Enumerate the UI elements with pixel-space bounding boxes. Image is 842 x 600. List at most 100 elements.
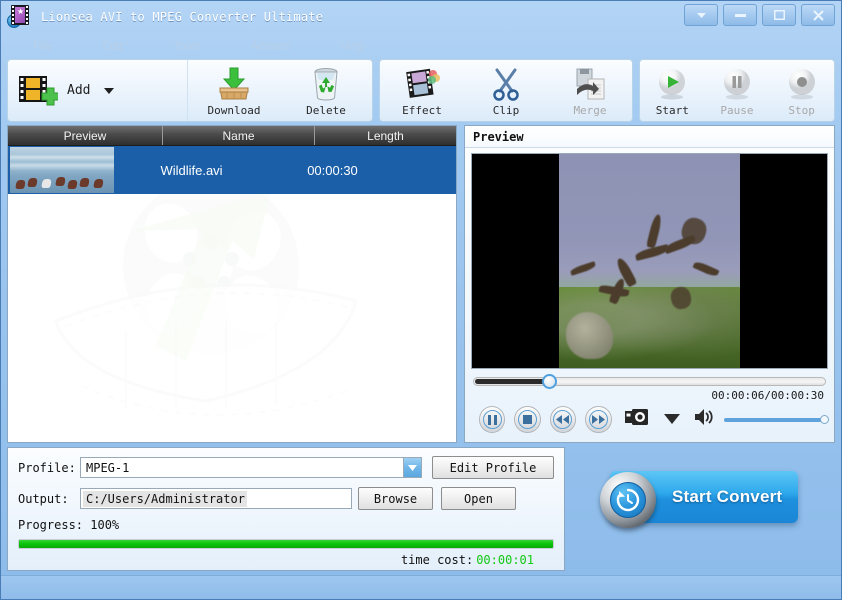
delete-label: Delete — [306, 104, 346, 117]
camera-icon — [624, 409, 648, 425]
stop-button: Stop — [769, 60, 834, 121]
file-list-body: Wildlife.avi 00:00:30 — [8, 146, 456, 442]
stop-circle-icon — [785, 65, 819, 103]
seek-bar[interactable] — [473, 374, 826, 389]
bottom-area: Profile: MPEG-1 Edit Profile Output: C:/… — [1, 443, 841, 575]
effect-label: Effect — [402, 104, 442, 117]
menu-item-actions[interactable]: Actions — [239, 37, 302, 55]
convert-zone: Start Convert — [573, 447, 835, 571]
play-circle-icon — [655, 65, 689, 103]
output-label: Output: — [18, 491, 69, 506]
output-input[interactable]: C:/Users/Administrator — [80, 488, 352, 509]
pause-button[interactable] — [479, 406, 506, 433]
chevron-down-icon[interactable] — [403, 458, 421, 477]
pause-label: Pause — [720, 104, 754, 117]
status-bar — [1, 575, 841, 599]
clip-button[interactable]: Clip — [464, 60, 548, 121]
clock-convert-icon — [600, 472, 656, 528]
stop-icon — [518, 410, 538, 429]
player-controls — [465, 402, 834, 433]
profile-label: Profile: — [18, 460, 76, 475]
settings-panel: Profile: MPEG-1 Edit Profile Output: C:/… — [7, 447, 565, 571]
open-button[interactable]: Open — [441, 487, 516, 510]
file-list-panel: Preview Name Length Wildlife.avi 00:00:3… — [7, 125, 457, 443]
app-icon: ★ — [7, 4, 33, 30]
delete-button[interactable]: Delete — [280, 60, 372, 121]
progress-label: Progress: 100% — [18, 518, 120, 532]
snapshot-button[interactable] — [624, 408, 649, 431]
download-button[interactable]: Download — [188, 60, 280, 121]
table-row[interactable]: Wildlife.avi 00:00:30 — [8, 146, 456, 194]
file-list-header: Preview Name Length — [8, 126, 456, 146]
video-frame — [558, 154, 741, 368]
profile-value: MPEG-1 — [86, 460, 130, 475]
column-header-preview[interactable]: Preview — [8, 126, 163, 145]
application-window: ★ Lionsea AVI to MPEG Converter Ultimate… — [0, 0, 842, 600]
start-button[interactable]: Start — [640, 60, 705, 121]
add-caret-icon[interactable] — [103, 82, 115, 100]
add-label: Add — [67, 83, 91, 98]
merge-label: Merge — [573, 104, 607, 117]
effect-button[interactable]: Effect — [380, 60, 464, 121]
menu-item-tools[interactable]: Tools — [161, 37, 213, 55]
seek-row — [473, 374, 826, 389]
snapshot-menu-button[interactable] — [663, 411, 680, 429]
filmstrip-icon: ★ — [11, 5, 29, 25]
profile-select[interactable]: MPEG-1 — [80, 457, 422, 478]
bird-5 — [645, 213, 663, 249]
bird-8 — [692, 260, 720, 279]
add-button[interactable]: Add — [8, 60, 188, 121]
menu-item-file[interactable]: File — [21, 37, 64, 55]
minimize-button[interactable] — [723, 4, 757, 26]
output-value: C:/Users/Administrator — [83, 490, 247, 507]
titlebar-dropdown-button[interactable] — [684, 4, 718, 26]
volume-slider[interactable] — [723, 415, 829, 424]
rewind-button[interactable] — [549, 406, 577, 433]
start-convert-button[interactable]: Start Convert — [600, 471, 798, 528]
video-rock — [566, 312, 614, 360]
volume-button[interactable] — [694, 408, 715, 431]
effect-filmstrip-icon — [404, 65, 440, 103]
main-area: Preview Name Length Wildlife.avi 00:00:3… — [1, 125, 841, 443]
profile-row: Profile: MPEG-1 Edit Profile — [18, 456, 554, 479]
video-surface[interactable] — [471, 153, 828, 369]
row-thumbnail — [10, 147, 114, 193]
volume-handle[interactable] — [820, 415, 829, 424]
menu-item-help[interactable]: Help — [328, 37, 377, 55]
row-file-length: 00:00:30 — [307, 162, 358, 178]
column-header-name[interactable]: Name — [163, 126, 315, 145]
maximize-button[interactable] — [762, 4, 796, 26]
menu-bar: File Edit Tools Actions Help — [1, 33, 841, 59]
scissors-icon — [490, 65, 522, 103]
pause-button: Pause — [705, 60, 770, 121]
window-title: Lionsea AVI to MPEG Converter Ultimate — [41, 10, 324, 24]
chevron-down-icon — [663, 413, 680, 424]
start-label: Start — [655, 104, 689, 117]
time-display: 00:00:06/00:00:30 — [711, 389, 824, 402]
time-cost-label: time cost: — [400, 553, 474, 567]
merge-document-icon — [573, 65, 607, 103]
edit-profile-button[interactable]: Edit Profile — [432, 456, 554, 479]
time-row: 00:00:06/00:00:30 — [465, 386, 834, 402]
fast-forward-button[interactable] — [585, 406, 612, 433]
toolbar-group-edit: Effect Clip Merge — [379, 59, 633, 122]
preview-title: Preview — [465, 126, 834, 148]
time-cost-value: 00:00:01 — [476, 553, 534, 567]
close-button[interactable] — [801, 4, 835, 26]
rewind-icon — [553, 410, 573, 429]
time-cost-row: time cost: 00:00:01 — [18, 549, 554, 567]
browse-button[interactable]: Browse — [358, 487, 433, 510]
stop-label: Stop — [788, 104, 815, 117]
row-file-name: Wildlife.avi — [160, 162, 223, 178]
speaker-icon — [694, 409, 713, 425]
recycle-bin-icon — [309, 65, 343, 103]
download-label: Download — [207, 104, 261, 117]
column-header-length[interactable]: Length — [315, 126, 456, 145]
add-media-icon — [18, 72, 58, 110]
download-box-icon — [215, 65, 253, 103]
pause-icon — [482, 410, 502, 429]
menu-item-edit[interactable]: Edit — [90, 37, 135, 55]
title-bar: ★ Lionsea AVI to MPEG Converter Ultimate — [1, 1, 841, 33]
stop-button[interactable] — [514, 406, 541, 433]
fast-forward-icon — [588, 410, 608, 429]
